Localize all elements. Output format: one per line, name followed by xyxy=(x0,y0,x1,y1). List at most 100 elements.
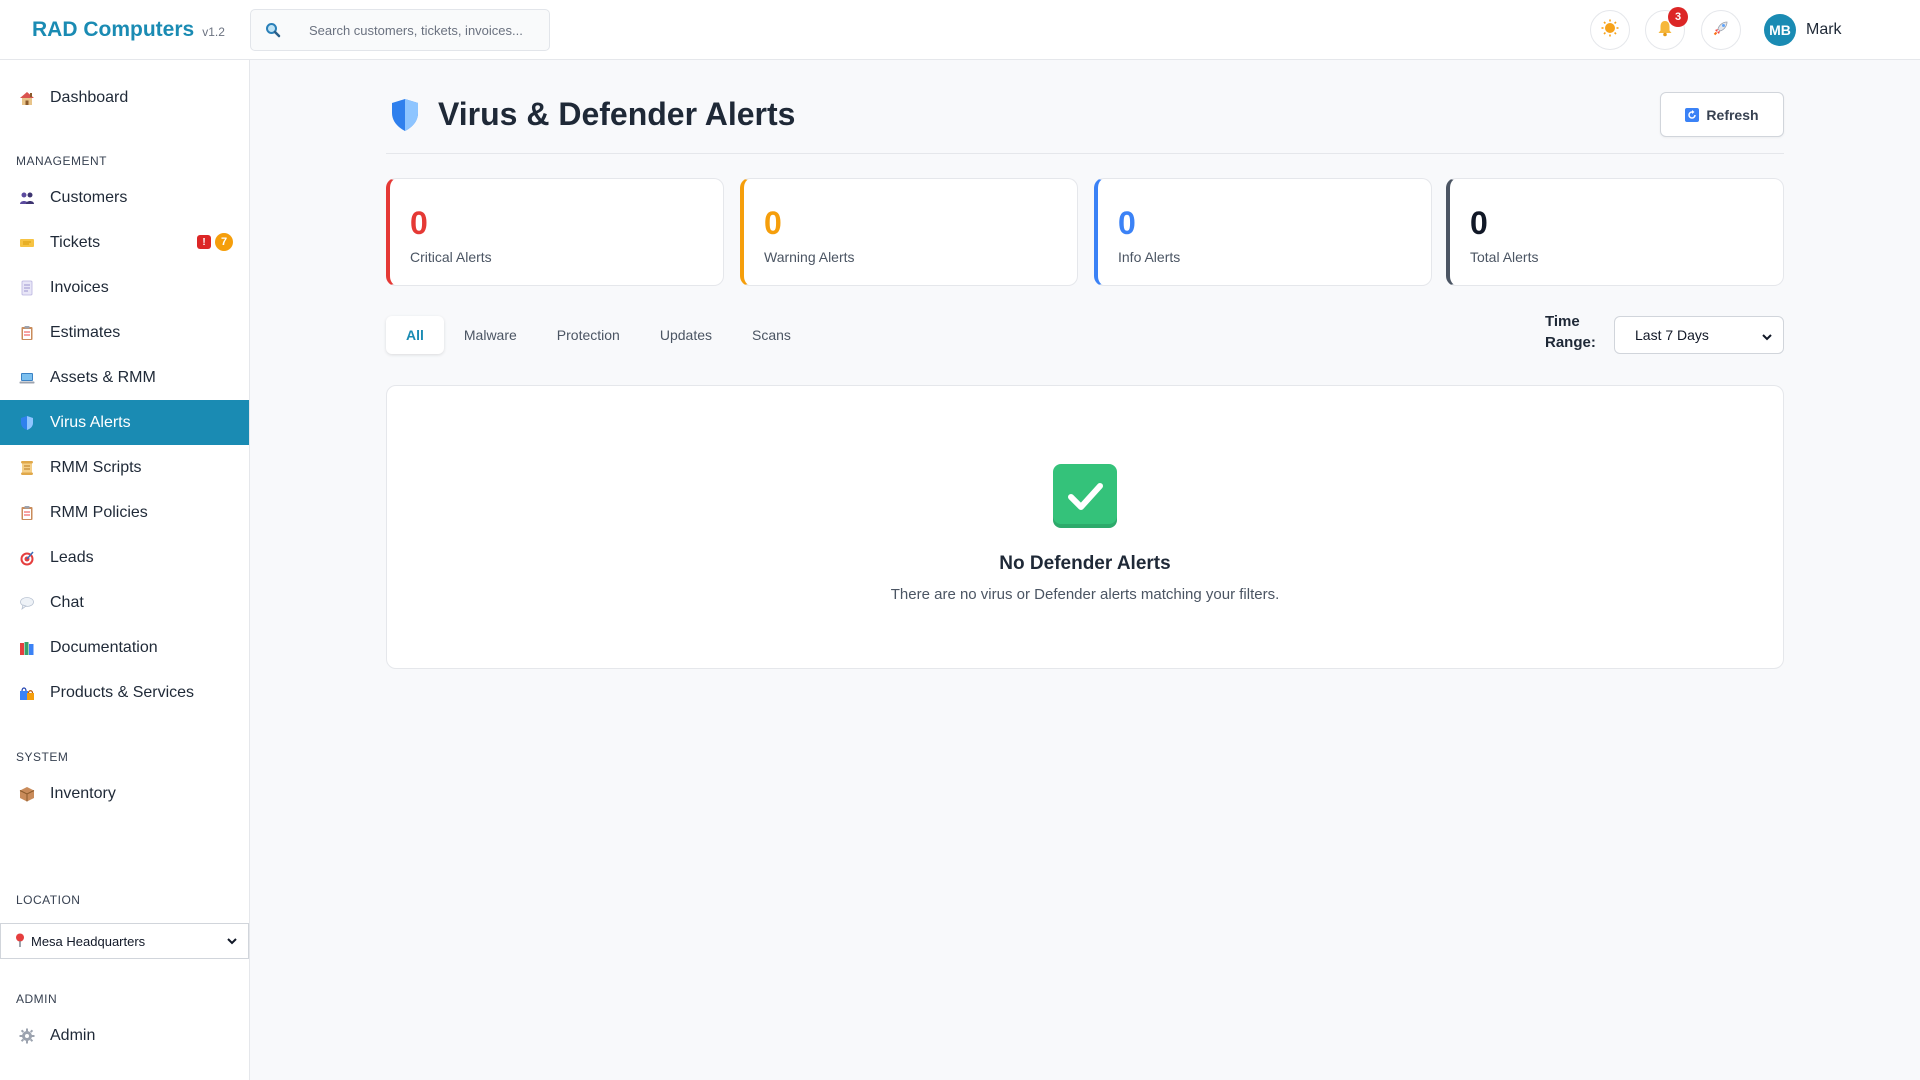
sidebar-item-label: Virus Alerts xyxy=(50,413,131,431)
pin-icon xyxy=(15,933,25,950)
stat-value: 0 xyxy=(1118,205,1136,241)
invoice-icon xyxy=(18,279,36,297)
theme-toggle-button[interactable] xyxy=(1590,10,1630,50)
search-box xyxy=(250,9,550,51)
refresh-label: Refresh xyxy=(1706,106,1759,123)
tab-scans[interactable]: Scans xyxy=(732,316,811,354)
search-icon xyxy=(251,9,295,51)
sidebar-item-estimates[interactable]: Estimates xyxy=(0,310,249,355)
stat-card-critical: 0 Critical Alerts xyxy=(386,178,724,286)
sidebar-item-documentation[interactable]: Documentation xyxy=(0,625,249,670)
brand[interactable]: RAD Computers v1.2 xyxy=(32,18,225,42)
sidebar-item-admin[interactable]: Admin xyxy=(0,1013,249,1058)
sidebar-item-assets-rmm[interactable]: Assets & RMM xyxy=(0,355,249,400)
user-menu[interactable]: MB Mark xyxy=(1764,14,1842,46)
page-header: Virus & Defender Alerts Refresh xyxy=(386,90,1784,154)
avatar: MB xyxy=(1764,14,1796,46)
scroll-icon xyxy=(18,459,36,477)
empty-state-description: There are no virus or Defender alerts ma… xyxy=(890,586,1280,603)
target-icon xyxy=(18,549,36,567)
package-icon xyxy=(18,785,36,803)
refresh-button[interactable]: Refresh xyxy=(1660,92,1784,137)
sidebar-item-label: RMM Policies xyxy=(50,503,148,521)
shield-icon xyxy=(390,98,420,137)
section-label-admin: ADMIN xyxy=(16,992,58,1006)
stat-card-info: 0 Info Alerts xyxy=(1094,178,1432,286)
alerts-empty-state: No Defender Alerts There are no virus or… xyxy=(386,385,1784,669)
sidebar-item-inventory[interactable]: Inventory xyxy=(0,771,249,816)
sidebar-item-rmm-scripts[interactable]: RMM Scripts xyxy=(0,445,249,490)
stat-label: Total Alerts xyxy=(1470,249,1539,265)
sidebar-item-virus-alerts[interactable]: Virus Alerts xyxy=(0,400,249,445)
section-label-system: SYSTEM xyxy=(16,750,69,764)
sidebar: Dashboard MANAGEMENT Customers Tickets !… xyxy=(0,60,250,1080)
time-range-select[interactable]: Last 7 Days xyxy=(1614,316,1784,354)
chevron-down-icon xyxy=(1761,330,1773,346)
rocket-icon xyxy=(1712,19,1730,42)
sidebar-item-label: Inventory xyxy=(50,784,116,802)
sidebar-item-label: Chat xyxy=(50,593,84,611)
stat-label: Warning Alerts xyxy=(764,249,855,265)
sidebar-item-label: Documentation xyxy=(50,638,158,656)
shopping-bags-icon xyxy=(18,684,36,702)
ticket-count-badge: 7 xyxy=(215,233,233,251)
ticket-alert-badge: ! xyxy=(197,235,211,249)
sidebar-item-label: Assets & RMM xyxy=(50,368,156,386)
filter-tabs: All Malware Protection Updates Scans xyxy=(386,316,811,354)
notifications-button[interactable]: 3 xyxy=(1645,7,1688,50)
tab-updates[interactable]: Updates xyxy=(640,316,732,354)
speech-bubble-icon xyxy=(18,594,36,612)
sidebar-item-tickets[interactable]: Tickets ! 7 xyxy=(0,220,249,265)
time-range-value: Last 7 Days xyxy=(1635,327,1709,343)
sidebar-item-invoices[interactable]: Invoices xyxy=(0,265,249,310)
stat-value: 0 xyxy=(764,205,782,241)
empty-state-title: No Defender Alerts xyxy=(999,553,1171,574)
notification-count-badge: 3 xyxy=(1668,7,1688,27)
stat-card-total: 0 Total Alerts xyxy=(1446,178,1784,286)
stat-value: 0 xyxy=(410,205,428,241)
time-range-label: Time Range: xyxy=(1545,313,1596,351)
sidebar-item-label: Tickets xyxy=(50,233,101,251)
laptop-icon xyxy=(18,369,36,387)
stat-value: 0 xyxy=(1470,205,1488,241)
sidebar-item-customers[interactable]: Customers xyxy=(0,175,249,220)
stat-card-warning: 0 Warning Alerts xyxy=(740,178,1078,286)
tab-all[interactable]: All xyxy=(386,316,444,354)
sidebar-item-label: Dashboard xyxy=(50,88,129,106)
clipboard-icon xyxy=(18,504,36,522)
search-input[interactable] xyxy=(295,10,535,50)
stat-label: Info Alerts xyxy=(1118,249,1181,265)
section-label-management: MANAGEMENT xyxy=(16,154,108,168)
gear-icon xyxy=(18,1027,36,1045)
sidebar-item-label: RMM Scripts xyxy=(50,458,142,476)
check-mark-icon xyxy=(1053,464,1117,528)
ticket-badges: ! 7 xyxy=(197,233,233,251)
sidebar-item-leads[interactable]: Leads xyxy=(0,535,249,580)
sun-icon xyxy=(1601,19,1619,42)
location-select[interactable]: Mesa Headquarters xyxy=(0,923,249,959)
sidebar-item-products-services[interactable]: Products & Services xyxy=(0,670,249,715)
ticket-icon xyxy=(18,234,36,252)
books-icon xyxy=(18,639,36,657)
tab-protection[interactable]: Protection xyxy=(537,316,640,354)
quick-launch-button[interactable] xyxy=(1701,10,1741,50)
sidebar-item-label: Estimates xyxy=(50,323,121,341)
sidebar-item-chat[interactable]: Chat xyxy=(0,580,249,625)
user-name: Mark xyxy=(1806,21,1842,38)
sidebar-item-dashboard[interactable]: Dashboard xyxy=(0,75,249,120)
people-icon xyxy=(18,189,36,207)
house-icon xyxy=(18,89,36,107)
tab-malware[interactable]: Malware xyxy=(444,316,537,354)
sidebar-item-rmm-policies[interactable]: RMM Policies xyxy=(0,490,249,535)
app-name: RAD Computers xyxy=(32,18,195,41)
shield-icon xyxy=(18,414,36,432)
sidebar-item-label: Invoices xyxy=(50,278,109,296)
page-title: Virus & Defender Alerts xyxy=(438,96,796,132)
clipboard-icon xyxy=(18,324,36,342)
sidebar-item-label: Products & Services xyxy=(50,683,195,701)
section-label-location: LOCATION xyxy=(16,893,81,907)
stat-label: Critical Alerts xyxy=(410,249,492,265)
sidebar-item-label: Customers xyxy=(50,188,128,206)
sidebar-item-label: Leads xyxy=(50,548,94,566)
top-bar: RAD Computers v1.2 3 MB Mark xyxy=(0,0,1920,60)
